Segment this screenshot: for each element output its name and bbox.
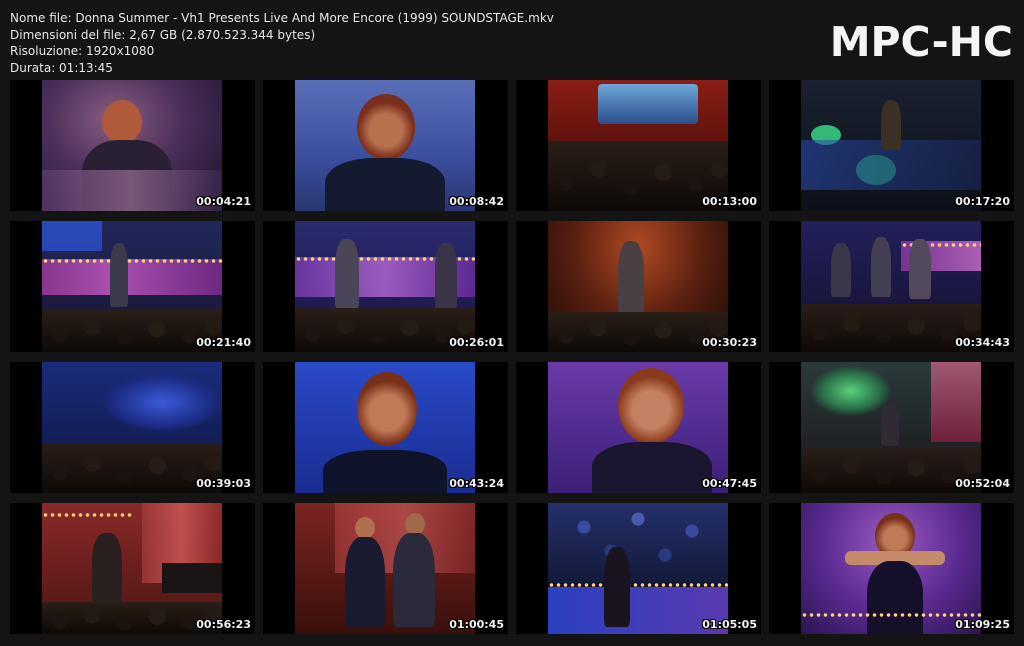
video-frame [295,362,475,493]
thumbnail[interactable]: 00:39:03 [10,362,255,493]
thumbnail-grid: 00:04:21 00:08:42 00:13:00 00:17:20 00:2… [0,0,1024,646]
timestamp: 00:13:00 [702,195,757,208]
thumbnail[interactable]: 01:09:25 [769,503,1014,634]
thumbnail-sheet: Nome file: Donna Summer - Vh1 Presents L… [0,0,1024,646]
thumbnail[interactable]: 01:00:45 [263,503,508,634]
thumbnail[interactable]: 01:05:05 [516,503,761,634]
thumbnail[interactable]: 00:56:23 [10,503,255,634]
thumbnail[interactable]: 00:52:04 [769,362,1014,493]
video-frame [801,503,981,634]
video-frame [295,80,475,211]
thumbnail[interactable]: 00:13:00 [516,80,761,211]
video-frame [548,362,728,493]
timestamp: 00:26:01 [449,336,504,349]
thumbnail[interactable]: 00:26:01 [263,221,508,352]
timestamp: 01:00:45 [449,618,504,631]
timestamp: 00:34:43 [955,336,1010,349]
thumbnail[interactable]: 00:21:40 [10,221,255,352]
video-frame [42,362,222,493]
timestamp: 00:30:23 [702,336,757,349]
video-frame [42,221,222,352]
thumbnail[interactable]: 00:08:42 [263,80,508,211]
thumbnail[interactable]: 00:47:45 [516,362,761,493]
video-frame [801,80,981,211]
video-frame [42,503,222,634]
thumbnail[interactable]: 00:43:24 [263,362,508,493]
video-frame [295,503,475,634]
video-frame [548,221,728,352]
video-frame [801,221,981,352]
thumbnail[interactable]: 00:30:23 [516,221,761,352]
timestamp: 00:52:04 [955,477,1010,490]
timestamp: 01:05:05 [702,618,757,631]
timestamp: 00:43:24 [449,477,504,490]
timestamp: 00:56:23 [196,618,251,631]
thumbnail[interactable]: 00:04:21 [10,80,255,211]
video-frame [295,221,475,352]
thumbnail[interactable]: 00:34:43 [769,221,1014,352]
video-frame [548,80,728,211]
timestamp: 00:21:40 [196,336,251,349]
video-frame [42,80,222,211]
timestamp: 00:17:20 [955,195,1010,208]
timestamp: 01:09:25 [955,618,1010,631]
timestamp: 00:39:03 [196,477,251,490]
thumbnail[interactable]: 00:17:20 [769,80,1014,211]
timestamp: 00:04:21 [196,195,251,208]
timestamp: 00:08:42 [449,195,504,208]
timestamp: 00:47:45 [702,477,757,490]
video-frame [548,503,728,634]
video-frame [801,362,981,493]
